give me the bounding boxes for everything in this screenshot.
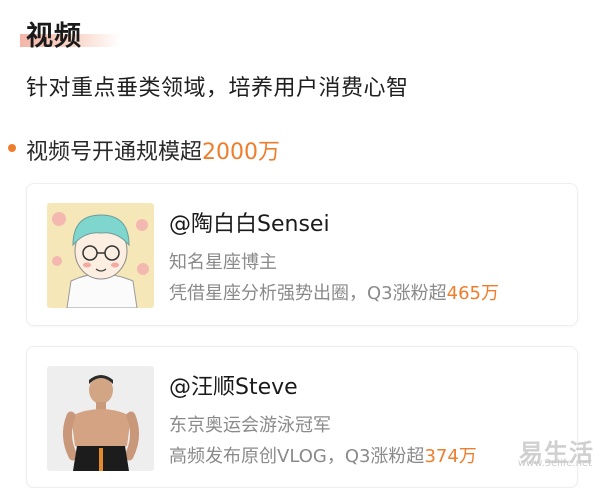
creator-role: 东京奥运会游泳冠军 bbox=[169, 415, 331, 436]
creator-card[interactable]: @汪顺Steve 东京奥运会游泳冠军 高频发布原创VLOG，Q3涨粉超374万 bbox=[26, 346, 578, 488]
bullet-stat: 视频号开通规模超2000万 bbox=[26, 134, 280, 166]
swimmer-photo-icon bbox=[47, 366, 154, 471]
creator-description-text: 高频发布原创VLOG，Q3涨粉超 bbox=[169, 446, 425, 467]
watermark-url: www.3elife.net bbox=[517, 458, 592, 469]
creator-follower-growth: 465万 bbox=[446, 283, 499, 304]
creator-description: 凭借星座分析强势出圈，Q3涨粉超465万 bbox=[169, 279, 499, 305]
creator-follower-growth: 374万 bbox=[424, 446, 477, 467]
cartoon-avatar-icon bbox=[47, 203, 154, 308]
creator-card[interactable]: @陶白白Sensei 知名星座博主 凭借星座分析强势出圈，Q3涨粉超465万 bbox=[26, 183, 578, 326]
bullet-stat-prefix: 视频号开通规模超 bbox=[26, 140, 203, 165]
creator-description-text: 凭借星座分析强势出圈，Q3涨粉超 bbox=[169, 283, 447, 304]
creator-handle[interactable]: @陶白白Sensei bbox=[169, 206, 330, 238]
creator-description: 高频发布原创VLOG，Q3涨粉超374万 bbox=[169, 442, 477, 468]
bullet-dot-icon bbox=[8, 144, 16, 152]
bullet-stat-value: 2000万 bbox=[202, 140, 281, 165]
site-watermark: 易生活 www.3elife.net bbox=[498, 433, 594, 469]
section-title: 视频 bbox=[26, 21, 82, 52]
creator-role: 知名星座博主 bbox=[169, 252, 277, 273]
creator-handle[interactable]: @汪顺Steve bbox=[169, 369, 298, 401]
section-subtitle: 针对重点垂类领域，培养用户消费心智 bbox=[26, 76, 409, 101]
